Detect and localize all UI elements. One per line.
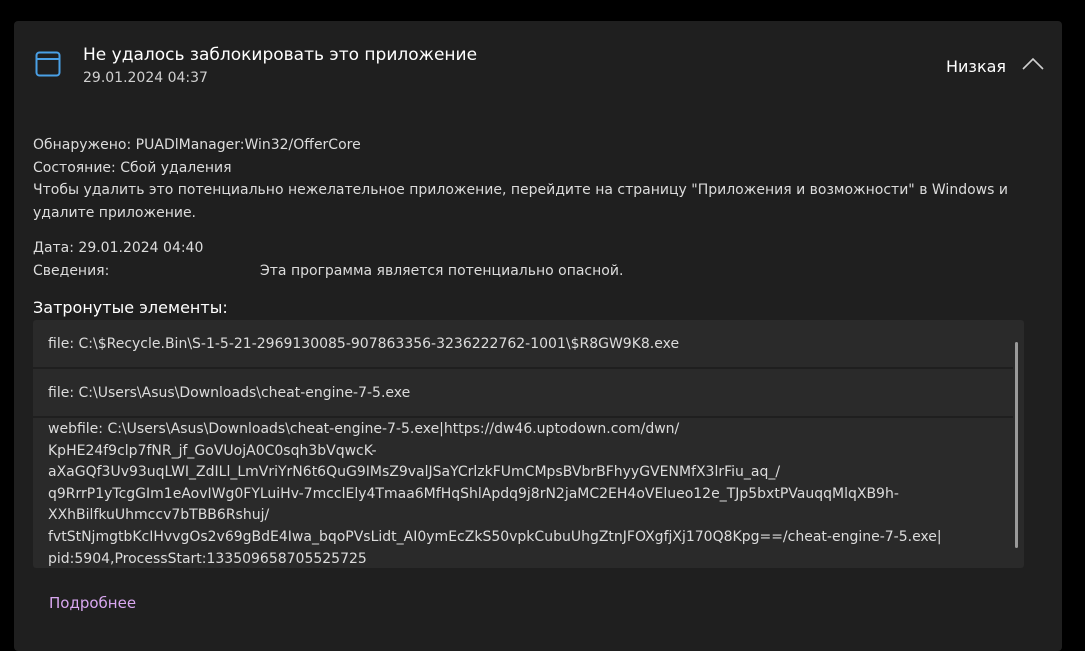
chevron-up-icon <box>1020 57 1046 80</box>
list-item: file: C:\Users\Asus\Downloads\cheat-engi… <box>48 385 411 401</box>
app-window-icon <box>35 51 61 77</box>
more-info-link[interactable]: Подробнее <box>49 594 136 612</box>
collapse-button[interactable] <box>1020 52 1046 76</box>
webfile-line: q9RrrP1yTcgGIm1eAovIWg0FYLuiHv-7mcclEly4… <box>48 485 899 502</box>
threat-timestamp: 29.01.2024 04:37 <box>83 70 208 86</box>
details-label: Сведения: <box>33 263 110 279</box>
state-label: Состояние: <box>33 160 116 176</box>
list-item-webfile: webfile: C:\Users\Asus\Downloads\cheat-e… <box>48 419 998 568</box>
state-row: Состояние: Сбой удаления <box>33 157 232 179</box>
webfile-line: XXhBilfkuUhmccv7bTBB6Rshuj/ <box>48 507 270 524</box>
detected-row: Обнаружено: PUADlManager:Win32/OfferCore <box>33 134 361 156</box>
webfile-line: KpHE24f9clp7fNR_jf_GoVUojA0C0sqh3bVqwcK- <box>48 442 377 459</box>
threat-title: Не удалось заблокировать это приложение <box>83 45 478 65</box>
scrollbar-thumb[interactable] <box>1015 342 1018 548</box>
webfile-line: fvtStNjmgtbKcIHvvgOs2v69gBdE4Iwa_bqoPVsL… <box>48 528 942 545</box>
list-item: file: C:\$Recycle.Bin\S-1-5-21-296913008… <box>48 336 680 352</box>
divider <box>33 416 1013 418</box>
date-label: Дата: <box>33 240 74 256</box>
webfile-line: webfile: C:\Users\Asus\Downloads\cheat-e… <box>48 421 680 437</box>
webfile-line: aXaGQf3Uv93uqLWI_ZdILl_LmVriYrN6t6QuG9IM… <box>48 464 781 481</box>
severity-label: Низкая <box>946 57 1007 76</box>
date-value: 29.01.2024 04:40 <box>78 240 204 256</box>
divider <box>33 367 1013 369</box>
state-value: Сбой удаления <box>120 160 232 176</box>
details-value: Эта программа является потенциально опас… <box>260 263 624 279</box>
affected-items-title: Затронутые элементы: <box>33 298 228 317</box>
date-row: Дата: 29.01.2024 04:40 <box>33 237 203 259</box>
detected-value: PUADlManager:Win32/OfferCore <box>135 137 361 153</box>
webfile-line: pid:5904,ProcessStart:133509658705525725 <box>48 550 367 567</box>
detected-label: Обнаружено: <box>33 137 132 153</box>
affected-items-list[interactable]: file: C:\$Recycle.Bin\S-1-5-21-296913008… <box>33 320 1024 568</box>
removal-instructions: Чтобы удалить это потенциально нежелател… <box>33 182 1008 221</box>
threat-card: Не удалось заблокировать это приложение … <box>14 21 1062 651</box>
